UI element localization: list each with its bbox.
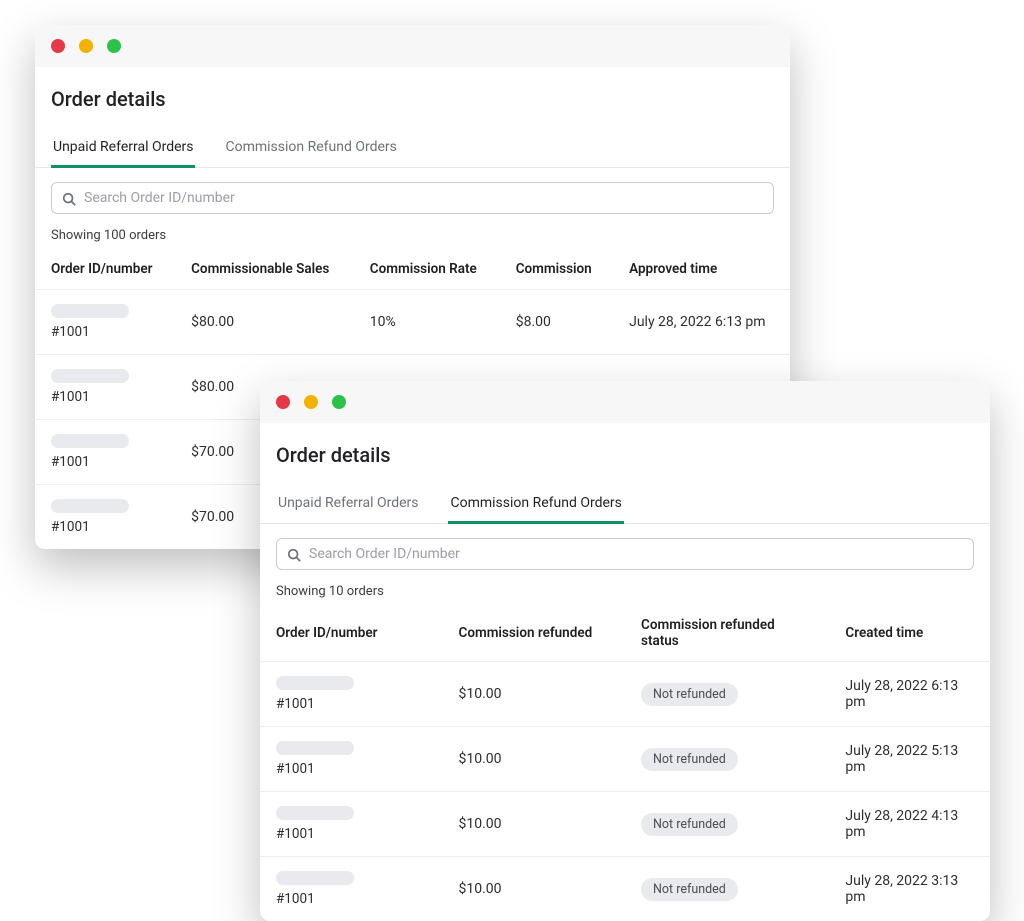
page-title: Order details — [35, 67, 790, 129]
window-refund-orders: Order details Unpaid Referral Orders Com… — [260, 381, 990, 921]
order-id: #1001 — [276, 761, 427, 777]
cell-created-time: July 28, 2022 5:13 pm — [829, 727, 990, 792]
cell-refunded: $10.00 — [443, 792, 626, 857]
search-box[interactable] — [276, 538, 974, 570]
table-row[interactable]: #1001 $80.00 10% $8.00 July 28, 2022 6:1… — [35, 290, 790, 355]
cell-created-time: July 28, 2022 4:13 pm — [829, 792, 990, 857]
search-container — [260, 524, 990, 580]
search-icon — [287, 547, 301, 561]
search-icon — [62, 191, 76, 205]
table-row[interactable]: #1001 $10.00 Not refunded July 28, 2022 … — [260, 857, 990, 921]
th-refunded: Commission refunded — [443, 607, 626, 662]
minimize-icon[interactable] — [79, 39, 93, 53]
close-icon[interactable] — [51, 39, 65, 53]
tabs: Unpaid Referral Orders Commission Refund… — [260, 485, 990, 524]
tab-refund-orders[interactable]: Commission Refund Orders — [223, 129, 398, 167]
table-row[interactable]: #1001 $10.00 Not refunded July 28, 2022 … — [260, 792, 990, 857]
th-rate: Commission Rate — [354, 251, 500, 290]
skeleton-placeholder — [276, 741, 354, 755]
cell-sales: $80.00 — [175, 290, 354, 355]
cell-refunded: $10.00 — [443, 727, 626, 792]
window-titlebar — [260, 381, 990, 423]
cell-created-time: July 28, 2022 6:13 pm — [829, 662, 990, 727]
table-row[interactable]: #1001 $10.00 Not refunded July 28, 2022 … — [260, 662, 990, 727]
th-commission: Commission — [500, 251, 613, 290]
order-id: #1001 — [276, 826, 427, 842]
tabs: Unpaid Referral Orders Commission Refund… — [35, 129, 790, 168]
cell-commission: $8.00 — [500, 290, 613, 355]
skeleton-placeholder — [276, 871, 354, 885]
page-title: Order details — [260, 423, 990, 485]
results-counter: Showing 100 orders — [35, 224, 790, 251]
order-id: #1001 — [51, 324, 159, 340]
th-approved: Approved time — [613, 251, 790, 290]
close-icon[interactable] — [276, 395, 290, 409]
window-titlebar — [35, 25, 790, 67]
table-row[interactable]: #1001 $10.00 Not refunded July 28, 2022 … — [260, 727, 990, 792]
order-id: #1001 — [276, 891, 427, 907]
skeleton-placeholder — [51, 434, 129, 448]
maximize-icon[interactable] — [107, 39, 121, 53]
refund-table: Order ID/number Commission refunded Comm… — [260, 607, 990, 921]
tab-refund-orders[interactable]: Commission Refund Orders — [448, 485, 623, 523]
cell-approved-time: July 28, 2022 6:13 pm — [613, 290, 790, 355]
skeleton-placeholder — [51, 499, 129, 513]
cell-rate: 10% — [354, 290, 500, 355]
cell-created-time: July 28, 2022 3:13 pm — [829, 857, 990, 921]
skeleton-placeholder — [51, 304, 129, 318]
th-created: Created time — [829, 607, 990, 662]
tab-unpaid-orders[interactable]: Unpaid Referral Orders — [276, 485, 420, 523]
th-order-id: Order ID/number — [260, 607, 443, 662]
th-status: Commission refunded status — [625, 607, 829, 662]
search-input[interactable] — [84, 190, 763, 206]
order-id: #1001 — [51, 454, 159, 470]
search-input[interactable] — [309, 546, 963, 562]
status-badge: Not refunded — [641, 813, 738, 836]
order-id: #1001 — [276, 696, 427, 712]
search-container — [35, 168, 790, 224]
cell-refunded: $10.00 — [443, 662, 626, 727]
results-counter: Showing 10 orders — [260, 580, 990, 607]
tab-unpaid-orders[interactable]: Unpaid Referral Orders — [51, 129, 195, 167]
status-badge: Not refunded — [641, 878, 738, 901]
skeleton-placeholder — [276, 676, 354, 690]
maximize-icon[interactable] — [332, 395, 346, 409]
status-badge: Not refunded — [641, 683, 738, 706]
th-order-id: Order ID/number — [35, 251, 175, 290]
skeleton-placeholder — [276, 806, 354, 820]
cell-refunded: $10.00 — [443, 857, 626, 921]
th-sales: Commissionable Sales — [175, 251, 354, 290]
skeleton-placeholder — [51, 369, 129, 383]
minimize-icon[interactable] — [304, 395, 318, 409]
search-box[interactable] — [51, 182, 774, 214]
status-badge: Not refunded — [641, 748, 738, 771]
order-id: #1001 — [51, 389, 159, 405]
order-id: #1001 — [51, 519, 159, 535]
